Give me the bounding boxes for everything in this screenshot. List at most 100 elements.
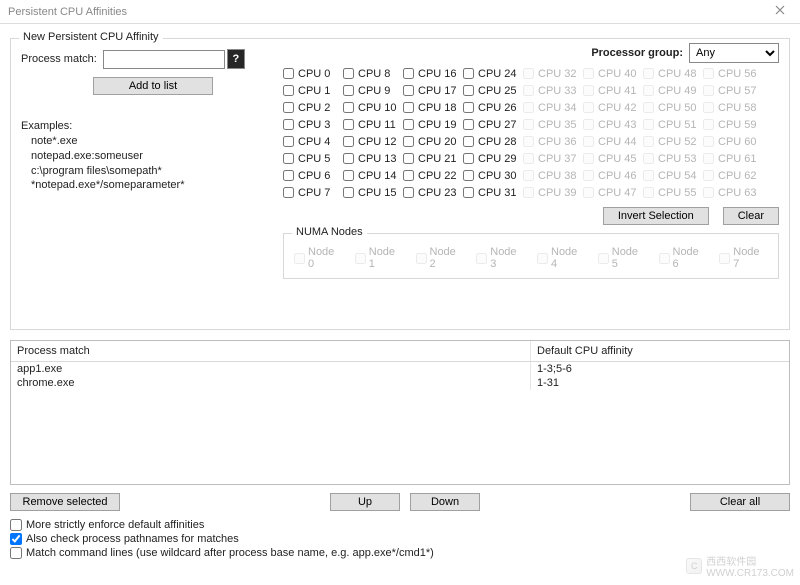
numa-node-checkbox-4: Node 4 bbox=[537, 246, 586, 270]
cpu-checkbox-input-2[interactable] bbox=[283, 102, 294, 113]
add-to-list-button[interactable]: Add to list bbox=[93, 77, 213, 95]
cpu-checkbox-input-5[interactable] bbox=[283, 153, 294, 164]
cpu-label: CPU 46 bbox=[598, 170, 637, 182]
strict-enforce-checkbox[interactable] bbox=[10, 519, 22, 531]
cpu-checkbox-1[interactable]: CPU 1 bbox=[283, 82, 343, 99]
cpu-checkbox-input-3[interactable] bbox=[283, 119, 294, 130]
close-icon[interactable] bbox=[768, 5, 792, 18]
cpu-checkbox-10[interactable]: CPU 10 bbox=[343, 99, 403, 116]
cpu-checkbox-28[interactable]: CPU 28 bbox=[463, 133, 523, 150]
cpu-checkbox-8[interactable]: CPU 8 bbox=[343, 65, 403, 82]
cpu-checkbox-input-25[interactable] bbox=[463, 85, 474, 96]
cpu-checkbox-26[interactable]: CPU 26 bbox=[463, 99, 523, 116]
clear-button[interactable]: Clear bbox=[723, 207, 779, 225]
cpu-checkbox-input-4[interactable] bbox=[283, 136, 294, 147]
cpu-checkbox-19[interactable]: CPU 19 bbox=[403, 116, 463, 133]
cpu-checkbox-input-21[interactable] bbox=[403, 153, 414, 164]
cpu-checkbox-2[interactable]: CPU 2 bbox=[283, 99, 343, 116]
cpu-checkbox-20[interactable]: CPU 20 bbox=[403, 133, 463, 150]
cpu-checkbox-4[interactable]: CPU 4 bbox=[283, 133, 343, 150]
cpu-checkbox-input-11[interactable] bbox=[343, 119, 354, 130]
cpu-checkbox-input-26[interactable] bbox=[463, 102, 474, 113]
cpu-checkbox-input-27[interactable] bbox=[463, 119, 474, 130]
remove-selected-button[interactable]: Remove selected bbox=[10, 493, 120, 511]
cpu-checkbox-15[interactable]: CPU 15 bbox=[343, 184, 403, 201]
cpu-checkbox-input-10[interactable] bbox=[343, 102, 354, 113]
cpu-checkbox-input-20[interactable] bbox=[403, 136, 414, 147]
table-header-process-match[interactable]: Process match bbox=[11, 341, 531, 361]
check-pathnames-checkbox-row[interactable]: Also check process pathnames for matches bbox=[10, 533, 790, 545]
cpu-checkbox-input-9[interactable] bbox=[343, 85, 354, 96]
cpu-checkbox-22[interactable]: CPU 22 bbox=[403, 167, 463, 184]
down-button[interactable]: Down bbox=[410, 493, 480, 511]
cpu-checkbox-input-13[interactable] bbox=[343, 153, 354, 164]
cpu-checkbox-29[interactable]: CPU 29 bbox=[463, 150, 523, 167]
cpu-checkbox-input-59 bbox=[703, 119, 714, 130]
cpu-checkbox-5[interactable]: CPU 5 bbox=[283, 150, 343, 167]
cpu-checkbox-14[interactable]: CPU 14 bbox=[343, 167, 403, 184]
match-cmdlines-checkbox[interactable] bbox=[10, 547, 22, 559]
cpu-checkbox-input-1[interactable] bbox=[283, 85, 294, 96]
strict-enforce-checkbox-row[interactable]: More strictly enforce default affinities bbox=[10, 519, 790, 531]
cpu-checkbox-input-24[interactable] bbox=[463, 68, 474, 79]
cpu-label: CPU 0 bbox=[298, 68, 330, 80]
cpu-checkbox-23[interactable]: CPU 23 bbox=[403, 184, 463, 201]
cpu-label: CPU 35 bbox=[538, 119, 577, 131]
cell-process-match: app1.exe bbox=[11, 362, 531, 376]
cpu-checkbox-27[interactable]: CPU 27 bbox=[463, 116, 523, 133]
cpu-checkbox-input-8[interactable] bbox=[343, 68, 354, 79]
cpu-checkbox-18[interactable]: CPU 18 bbox=[403, 99, 463, 116]
cpu-checkbox-9[interactable]: CPU 9 bbox=[343, 82, 403, 99]
clear-all-button[interactable]: Clear all bbox=[690, 493, 790, 511]
cpu-checkbox-12[interactable]: CPU 12 bbox=[343, 133, 403, 150]
cpu-checkbox-input-22[interactable] bbox=[403, 170, 414, 181]
invert-selection-button[interactable]: Invert Selection bbox=[603, 207, 709, 225]
cpu-checkbox-0[interactable]: CPU 0 bbox=[283, 65, 343, 82]
cpu-checkbox-17[interactable]: CPU 17 bbox=[403, 82, 463, 99]
table-header-affinity[interactable]: Default CPU affinity bbox=[531, 341, 789, 361]
help-icon[interactable]: ? bbox=[227, 49, 245, 69]
cpu-checkbox-44: CPU 44 bbox=[583, 133, 643, 150]
cpu-label: CPU 29 bbox=[478, 153, 517, 165]
processor-group-select[interactable]: Any bbox=[689, 43, 779, 63]
cpu-checkbox-input-19[interactable] bbox=[403, 119, 414, 130]
cpu-checkbox-input-14[interactable] bbox=[343, 170, 354, 181]
cpu-checkbox-input-30[interactable] bbox=[463, 170, 474, 181]
cpu-checkbox-input-0[interactable] bbox=[283, 68, 294, 79]
cpu-checkbox-input-28[interactable] bbox=[463, 136, 474, 147]
cpu-checkbox-input-17[interactable] bbox=[403, 85, 414, 96]
cpu-checkbox-input-42 bbox=[583, 102, 594, 113]
cpu-checkbox-input-63 bbox=[703, 187, 714, 198]
cpu-checkbox-input-31[interactable] bbox=[463, 187, 474, 198]
cpu-checkbox-31[interactable]: CPU 31 bbox=[463, 184, 523, 201]
cpu-checkbox-input-16[interactable] bbox=[403, 68, 414, 79]
cpu-checkbox-25[interactable]: CPU 25 bbox=[463, 82, 523, 99]
cpu-checkbox-input-7[interactable] bbox=[283, 187, 294, 198]
cpu-checkbox-input-12[interactable] bbox=[343, 136, 354, 147]
cpu-checkbox-24[interactable]: CPU 24 bbox=[463, 65, 523, 82]
up-button[interactable]: Up bbox=[330, 493, 400, 511]
match-cmdlines-checkbox-row[interactable]: Match command lines (use wildcard after … bbox=[10, 547, 790, 559]
cpu-checkbox-input-6[interactable] bbox=[283, 170, 294, 181]
cpu-checkbox-3[interactable]: CPU 3 bbox=[283, 116, 343, 133]
cpu-checkbox-16[interactable]: CPU 16 bbox=[403, 65, 463, 82]
cpu-checkbox-30[interactable]: CPU 30 bbox=[463, 167, 523, 184]
cpu-checkbox-21[interactable]: CPU 21 bbox=[403, 150, 463, 167]
cpu-checkbox-input-15[interactable] bbox=[343, 187, 354, 198]
process-match-input[interactable] bbox=[103, 50, 225, 69]
cpu-checkbox-input-18[interactable] bbox=[403, 102, 414, 113]
table-row[interactable]: app1.exe1-3;5-6 bbox=[11, 362, 789, 376]
cpu-checkbox-13[interactable]: CPU 13 bbox=[343, 150, 403, 167]
cpu-checkbox-input-29[interactable] bbox=[463, 153, 474, 164]
table-row[interactable]: chrome.exe1-31 bbox=[11, 376, 789, 390]
cpu-checkbox-6[interactable]: CPU 6 bbox=[283, 167, 343, 184]
cpu-checkbox-7[interactable]: CPU 7 bbox=[283, 184, 343, 201]
cpu-label: CPU 40 bbox=[598, 68, 637, 80]
cpu-checkbox-input-23[interactable] bbox=[403, 187, 414, 198]
cpu-checkbox-input-41 bbox=[583, 85, 594, 96]
cpu-label: CPU 45 bbox=[598, 153, 637, 165]
cpu-checkbox-11[interactable]: CPU 11 bbox=[343, 116, 403, 133]
cpu-checkbox-input-37 bbox=[523, 153, 534, 164]
check-pathnames-checkbox[interactable] bbox=[10, 533, 22, 545]
numa-node-checkbox-6: Node 6 bbox=[659, 246, 708, 270]
